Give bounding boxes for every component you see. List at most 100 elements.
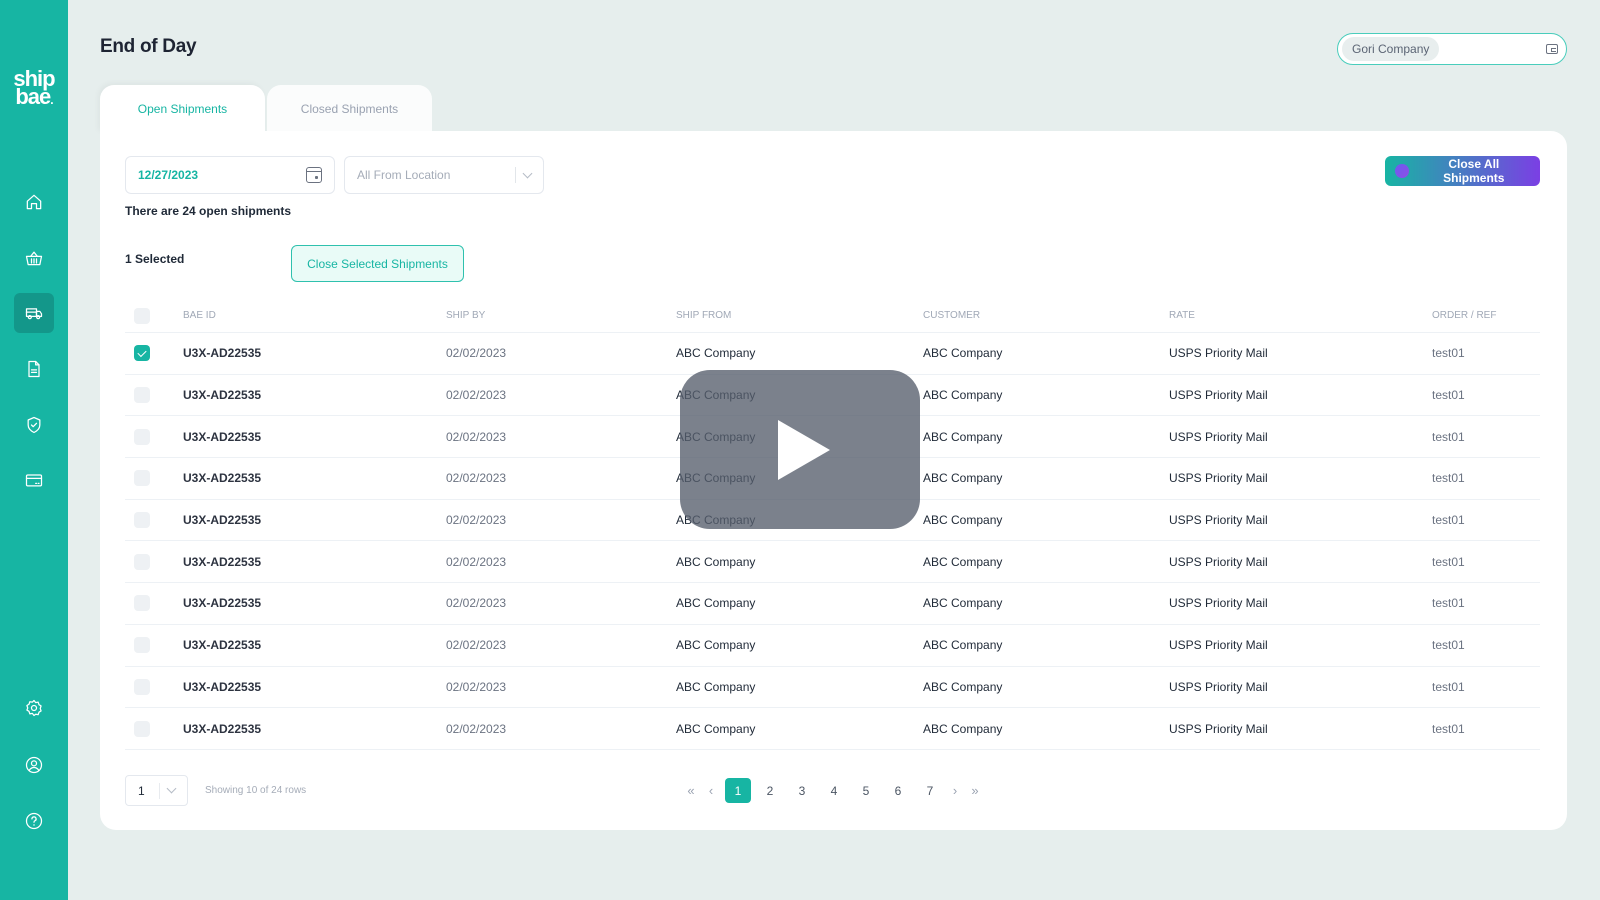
column-header-ship-by[interactable]: SHIP BY: [446, 310, 676, 321]
video-play-overlay[interactable]: [680, 370, 920, 529]
order-ref-cell: test01: [1432, 554, 1465, 569]
tab-closed-shipments[interactable]: Closed Shipments: [267, 85, 432, 133]
chevron-down-icon: [166, 783, 177, 794]
next-page-button[interactable]: ›: [949, 778, 961, 803]
page-button[interactable]: 2: [757, 778, 783, 803]
row-checkbox[interactable]: [134, 720, 150, 737]
table-row[interactable]: U3X-AD22535 02/02/2023 ABC Company ABC Comp…: [125, 667, 1540, 709]
page-button[interactable]: 4: [821, 778, 847, 803]
column-header-ship-from[interactable]: SHIP FROM: [676, 310, 923, 321]
ship-by-cell: 02/02/2023: [446, 638, 507, 653]
sidebar-item-documents[interactable]: [14, 349, 54, 389]
customer-cell: ABC Company: [923, 346, 1003, 361]
orb-icon: [1395, 164, 1409, 178]
order-ref-cell: test01: [1432, 638, 1465, 653]
customer-cell: ABC Company: [923, 721, 1003, 736]
page-button[interactable]: 5: [853, 778, 879, 803]
order-ref-cell: test01: [1432, 429, 1465, 444]
home-icon: [26, 194, 42, 210]
column-header-order-ref[interactable]: ORDER / REF: [1432, 310, 1540, 321]
table-row[interactable]: U3X-AD22535 02/02/2023 ABC Company ABC Comp…: [125, 541, 1540, 584]
select-all-checkbox[interactable]: [134, 307, 150, 324]
column-header-rate[interactable]: RATE: [1169, 310, 1432, 321]
logo-line2: bae: [15, 84, 51, 109]
tab-open-shipments[interactable]: Open Shipments: [100, 85, 265, 133]
close-all-label: Close All Shipments: [1443, 157, 1505, 185]
basket-icon: [25, 251, 43, 266]
from-location-select[interactable]: All From Location: [344, 156, 544, 194]
gear-icon: [26, 699, 42, 717]
table-row[interactable]: U3X-AD22535 02/02/2023 ABC Company ABC Comp…: [125, 708, 1540, 750]
table-row[interactable]: U3X-AD22535 02/02/2023 ABC Company ABC Comp…: [125, 625, 1540, 667]
customer-cell: ABC Company: [923, 596, 1003, 611]
rate-cell: USPS Priority Mail: [1169, 721, 1268, 736]
sidebar-item-account[interactable]: [14, 745, 54, 785]
row-checkbox[interactable]: [134, 428, 150, 445]
ship-by-cell: 02/02/2023: [446, 554, 507, 569]
column-header-customer[interactable]: CUSTOMER: [923, 310, 1169, 321]
row-checkbox[interactable]: [134, 553, 150, 570]
row-checkbox[interactable]: [134, 595, 150, 612]
column-header-bae-id[interactable]: BAE ID: [183, 310, 446, 321]
sidebar-item-orders[interactable]: [14, 238, 54, 278]
rate-cell: USPS Priority Mail: [1169, 471, 1268, 486]
row-checkbox[interactable]: [134, 470, 150, 487]
sidebar-item-shipments[interactable]: [14, 293, 54, 333]
ship-by-cell: 02/02/2023: [446, 346, 507, 361]
ship-by-cell: 02/02/2023: [446, 596, 507, 611]
sidebar-item-home[interactable]: [14, 182, 54, 222]
ship-from-cell: ABC Company: [676, 721, 756, 736]
row-checkbox[interactable]: [134, 512, 150, 529]
rate-cell: USPS Priority Mail: [1169, 638, 1268, 653]
ship-by-cell: 02/02/2023: [446, 721, 507, 736]
prev-page-button[interactable]: ‹: [705, 778, 717, 803]
document-icon: [28, 360, 40, 378]
row-checkbox[interactable]: [134, 387, 150, 404]
bae-id-cell: U3X-AD22535: [183, 429, 262, 444]
company-selector[interactable]: Gori Company: [1337, 33, 1567, 65]
table-row[interactable]: U3X-AD22535 02/02/2023 ABC Company ABC Comp…: [125, 583, 1540, 625]
first-page-button[interactable]: «: [685, 778, 697, 803]
sidebar-item-help[interactable]: [14, 801, 54, 841]
customer-cell: ABC Company: [923, 513, 1003, 528]
logo-dot: .: [50, 93, 54, 107]
order-ref-cell: test01: [1432, 721, 1465, 736]
table-header: BAE ID SHIP BY SHIP FROM CUSTOMER RATE O…: [125, 299, 1540, 333]
rate-cell: USPS Priority Mail: [1169, 554, 1268, 569]
row-checkbox[interactable]: [134, 637, 150, 654]
help-circle-icon: [25, 812, 43, 830]
shield-check-icon: [27, 416, 41, 434]
last-page-button[interactable]: »: [969, 778, 981, 803]
user-circle-icon: [25, 756, 43, 774]
bae-id-cell: U3X-AD22535: [183, 346, 262, 361]
page-size-select[interactable]: 1: [125, 775, 188, 806]
rate-cell: USPS Priority Mail: [1169, 346, 1268, 361]
row-checkbox[interactable]: [134, 678, 150, 695]
bae-id-cell: U3X-AD22535: [183, 554, 262, 569]
date-picker[interactable]: 12/27/2023: [125, 156, 335, 194]
row-checkbox[interactable]: [134, 345, 150, 362]
play-icon: [778, 419, 830, 480]
page-button[interactable]: 1: [725, 778, 751, 803]
close-selected-shipments-button[interactable]: Close Selected Shipments: [291, 245, 464, 282]
page-button[interactable]: 3: [789, 778, 815, 803]
close-all-shipments-button[interactable]: Close All Shipments: [1385, 156, 1540, 186]
company-chip[interactable]: Gori Company: [1342, 37, 1440, 61]
calendar-icon[interactable]: [306, 167, 322, 183]
sidebar-item-protection[interactable]: [14, 405, 54, 445]
customer-cell: ABC Company: [923, 554, 1003, 569]
pagination: « ‹ 1234567 › »: [685, 778, 989, 803]
page-button[interactable]: 7: [917, 778, 943, 803]
sidebar-item-settings[interactable]: [14, 688, 54, 728]
sidebar-item-billing[interactable]: [14, 460, 54, 500]
page-button[interactable]: 6: [885, 778, 911, 803]
ship-from-cell: ABC Company: [676, 596, 756, 611]
bae-id-cell: U3X-AD22535: [183, 596, 262, 611]
ship-from-cell: ABC Company: [676, 679, 756, 694]
customer-cell: ABC Company: [923, 429, 1003, 444]
bae-id-cell: U3X-AD22535: [183, 638, 262, 653]
ship-from-cell: ABC Company: [676, 638, 756, 653]
logo[interactable]: ship bae.: [0, 68, 68, 109]
page-title: End of Day: [100, 36, 197, 57]
table-row[interactable]: U3X-AD22535 02/02/2023 ABC Company ABC Comp…: [125, 333, 1540, 375]
